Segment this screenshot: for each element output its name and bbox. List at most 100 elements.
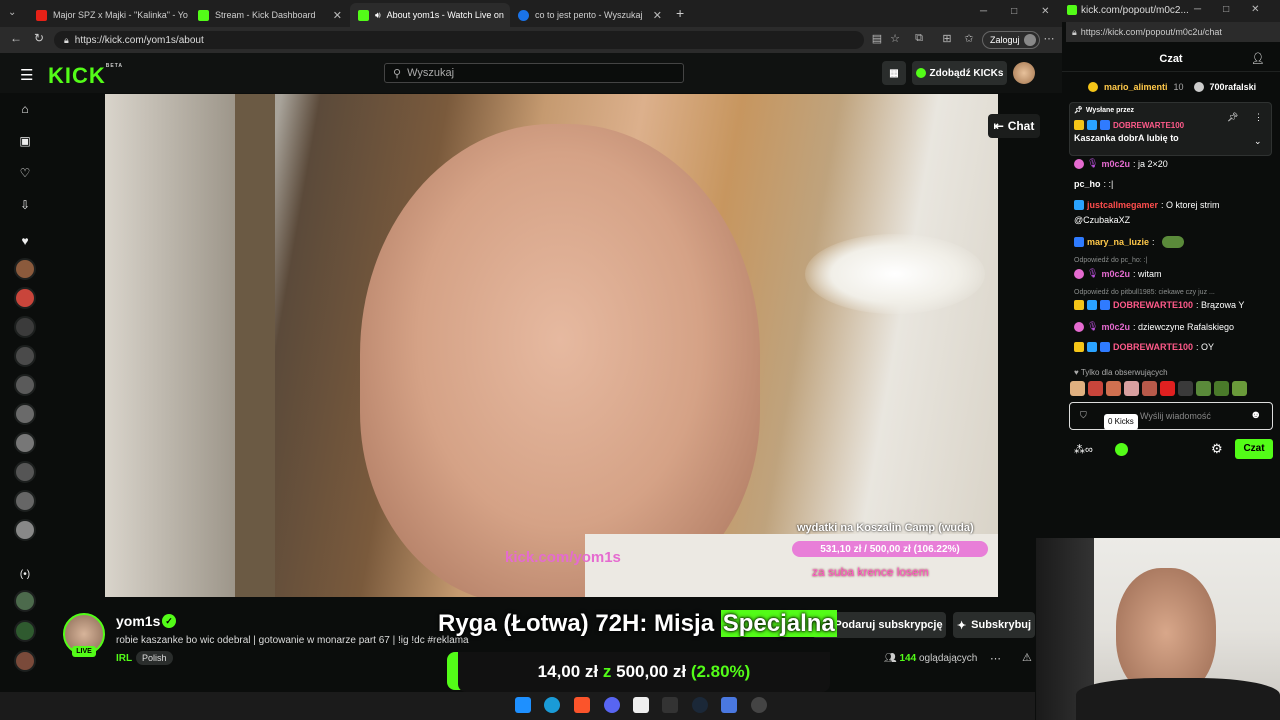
popout-window-controls[interactable]: ─□✕ — [1194, 4, 1280, 15]
chat-username[interactable]: m0c2u — [1101, 159, 1130, 169]
pinned-menu-icon[interactable]: ⋮ — [1254, 112, 1263, 123]
recommended-channel-avatar[interactable] — [14, 620, 36, 642]
profile-login-button[interactable]: Zaloguj — [982, 31, 1040, 49]
reload-icon[interactable]: ↻ — [34, 31, 44, 45]
tab-youtube[interactable]: Major SPZ x Majki - "Kalinka" - Yo ✕ — [28, 3, 190, 27]
kicks-icon[interactable]: ⁂∞ — [1074, 443, 1093, 456]
download-icon[interactable]: ⇩ — [16, 196, 34, 214]
chat-username[interactable]: pc_ho — [1074, 179, 1101, 189]
followed-channel-avatar[interactable] — [14, 316, 36, 338]
theatre-mode-button[interactable]: ▦ — [882, 61, 906, 85]
browse-icon[interactable]: ▣ — [16, 132, 34, 150]
favorites-heart-icon[interactable]: ♥ — [16, 232, 34, 250]
back-icon[interactable]: ← — [10, 31, 22, 45]
more-menu-icon[interactable]: ⋯ — [1042, 32, 1056, 46]
settings-gear-icon[interactable]: ⚙ — [1211, 441, 1223, 457]
share-icon[interactable]: ⋯ — [990, 652, 1001, 665]
emote-icon[interactable] — [1214, 381, 1229, 396]
recommended-channel-avatar[interactable] — [14, 650, 36, 672]
expand-pinned-icon[interactable]: ⌄ — [1254, 136, 1262, 147]
emote-icon[interactable] — [1232, 381, 1247, 396]
extensions-icon[interactable]: ⧉ — [912, 32, 926, 46]
live-channels-icon[interactable]: (•) — [16, 566, 34, 584]
emote-icon[interactable] — [1178, 381, 1193, 396]
followed-channel-avatar[interactable] — [14, 403, 36, 425]
hamburger-menu-icon[interactable]: ☰ — [20, 66, 33, 84]
mic-icon: 🎙︎ — [1087, 158, 1099, 168]
popout-address-bar[interactable]: 🔒︎ https://kick.com/popout/m0c2u/chat — [1066, 22, 1280, 42]
followed-channel-avatar[interactable] — [14, 258, 36, 280]
tab-search[interactable]: co to jest pento - Wyszukaj ✕ — [510, 3, 670, 27]
followed-channel-avatar[interactable] — [14, 345, 36, 367]
chat-username[interactable]: DOBREWARTE100 — [1113, 300, 1193, 310]
chat-input[interactable]: ⛉ Wyślij wiadomość ☻ — [1069, 402, 1273, 430]
new-tab-icon[interactable]: + — [676, 5, 684, 21]
kick-logo[interactable]: KICKBETA — [48, 63, 123, 89]
emote-icon[interactable] — [1160, 381, 1175, 396]
emoji-icon[interactable]: ☻ — [1250, 409, 1262, 421]
report-icon[interactable]: ⚠ — [1022, 651, 1032, 664]
category-link[interactable]: IRL — [116, 653, 132, 664]
channel-name[interactable]: yom1s — [116, 613, 160, 629]
language-tag[interactable]: Polish — [136, 651, 173, 665]
epic-games-icon[interactable] — [662, 697, 678, 713]
discord-icon[interactable] — [604, 697, 620, 713]
emote-icon[interactable] — [1196, 381, 1211, 396]
kick-coin-icon[interactable] — [1115, 443, 1128, 456]
chat-username[interactable]: justcallmegamer — [1087, 200, 1158, 210]
emote-icon[interactable] — [1088, 381, 1103, 396]
emote-icon[interactable] — [1070, 381, 1085, 396]
tab-kick-dashboard[interactable]: Stream - Kick Dashboard ✕ — [190, 3, 350, 27]
favorites-icon[interactable]: ✩ — [962, 32, 976, 46]
open-chat-button[interactable]: ⇤ Chat — [988, 114, 1040, 138]
address-bar[interactable]: 🔒︎ https://kick.com/yom1s/about — [54, 31, 864, 49]
tab-about-yom1s[interactable]: 🔊︎ About yom1s - Watch Live on ✕ — [350, 3, 510, 27]
favorite-star-icon[interactable]: ☆ — [888, 32, 902, 46]
split-icon[interactable]: ⊞ — [940, 32, 954, 46]
followed-channel-avatar[interactable] — [14, 461, 36, 483]
app-icon[interactable] — [721, 697, 737, 713]
chat-username[interactable]: m0c2u — [1101, 269, 1130, 279]
send-chat-button[interactable]: Czat — [1235, 439, 1273, 459]
close-tab-icon[interactable]: ✕ — [333, 9, 342, 22]
tab-list-icon[interactable]: ⌄ — [8, 7, 16, 18]
overlay-goal-target: 500,00 zł — [616, 662, 687, 681]
url-text: https://kick.com/yom1s/about — [74, 34, 204, 46]
video-lamp — [805, 234, 985, 314]
pinned-user[interactable]: DOBREWARTE100 — [1113, 121, 1184, 130]
obs-icon[interactable] — [751, 697, 767, 713]
brave-icon[interactable] — [574, 697, 590, 713]
media-app-icon[interactable] — [633, 697, 649, 713]
pepe-emote-icon — [1161, 236, 1184, 248]
windows-start-icon[interactable] — [515, 697, 531, 713]
subscribe-button[interactable]: ✦ Subskrybuj — [953, 612, 1035, 638]
emote-icon[interactable] — [1124, 381, 1139, 396]
chat-username[interactable]: mary_na_luzie — [1087, 237, 1149, 247]
chat-username[interactable]: DOBREWARTE100 — [1113, 342, 1193, 352]
chat-username[interactable]: m0c2u — [1101, 322, 1130, 332]
sub-badge-icon — [1074, 268, 1084, 279]
user-avatar[interactable] — [1013, 62, 1035, 84]
mic-icon: 🎙︎ — [1087, 321, 1099, 331]
reader-icon[interactable]: ▤ — [870, 32, 884, 46]
recommended-channel-avatar[interactable] — [14, 590, 36, 612]
following-icon[interactable]: ♡ — [16, 164, 34, 182]
edge-icon[interactable] — [544, 697, 560, 713]
followed-channel-avatar[interactable] — [14, 519, 36, 541]
unpin-icon[interactable]: 📌︎ — [1227, 112, 1238, 123]
followed-channel-avatar[interactable] — [14, 374, 36, 396]
users-icon[interactable]: 👤︎ — [1251, 52, 1265, 65]
search-input[interactable]: ⚲ Wyszukaj — [384, 63, 684, 83]
followed-channel-avatar[interactable] — [14, 490, 36, 512]
window-controls[interactable]: ─□✕ — [980, 6, 1074, 17]
speaker-icon[interactable]: 🔊︎ — [375, 10, 381, 21]
heart-icon: ♥ — [1074, 368, 1079, 377]
steam-icon[interactable] — [692, 697, 708, 713]
followed-channel-avatar[interactable] — [14, 287, 36, 309]
emote-icon[interactable] — [1142, 381, 1157, 396]
get-kicks-button[interactable]: Zdobądź KICKs — [912, 61, 1007, 85]
followed-channel-avatar[interactable] — [14, 432, 36, 454]
close-tab-icon[interactable]: ✕ — [653, 9, 662, 22]
home-icon[interactable]: ⌂ — [16, 100, 34, 118]
emote-icon[interactable] — [1106, 381, 1121, 396]
